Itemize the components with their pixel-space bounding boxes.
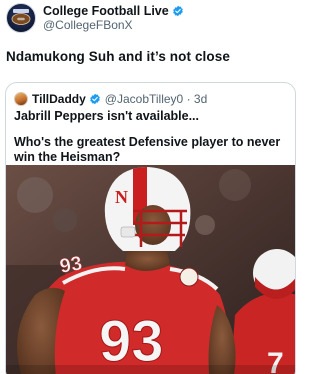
helmet: N — [104, 167, 191, 251]
author-display-name[interactable]: College Football Live — [43, 4, 169, 18]
football-logo-icon — [11, 9, 31, 25]
quoted-author-name[interactable]: TillDaddy — [32, 92, 86, 106]
football-player-photo: 7 93 93 N — [6, 165, 295, 374]
chest-jersey-number: 93 — [99, 309, 164, 374]
verified-badge-icon — [172, 5, 183, 17]
quoted-tweet-header: TillDaddy @JacobTilley0 · 3d — [14, 91, 207, 107]
quoted-author-handle-time[interactable]: @JacobTilley0 · 3d — [105, 92, 207, 106]
quoted-tweet-text-line1: Jabrill Peppers isn't available... — [14, 109, 199, 123]
helmet-logo: N — [115, 187, 128, 207]
tweet-text: Ndamukong Suh and it’s not close — [6, 49, 230, 64]
shoulder-jersey-number: 93 — [58, 252, 84, 278]
tweet-header: College Football Live @CollegeFBonX — [6, 2, 184, 34]
quoted-author-avatar[interactable] — [14, 92, 28, 106]
quoted-tweet-text-line2: Who's the greatest Defensive player to n… — [14, 135, 281, 164]
verified-badge-icon — [89, 93, 100, 105]
author-handle[interactable]: @CollegeFBonX — [43, 18, 184, 32]
tweet-media-photo[interactable]: 7 93 93 N — [6, 165, 295, 374]
author-avatar[interactable] — [6, 3, 36, 33]
quoted-tweet-card[interactable]: TillDaddy @JacobTilley0 · 3d Jabrill Pep… — [5, 82, 296, 374]
